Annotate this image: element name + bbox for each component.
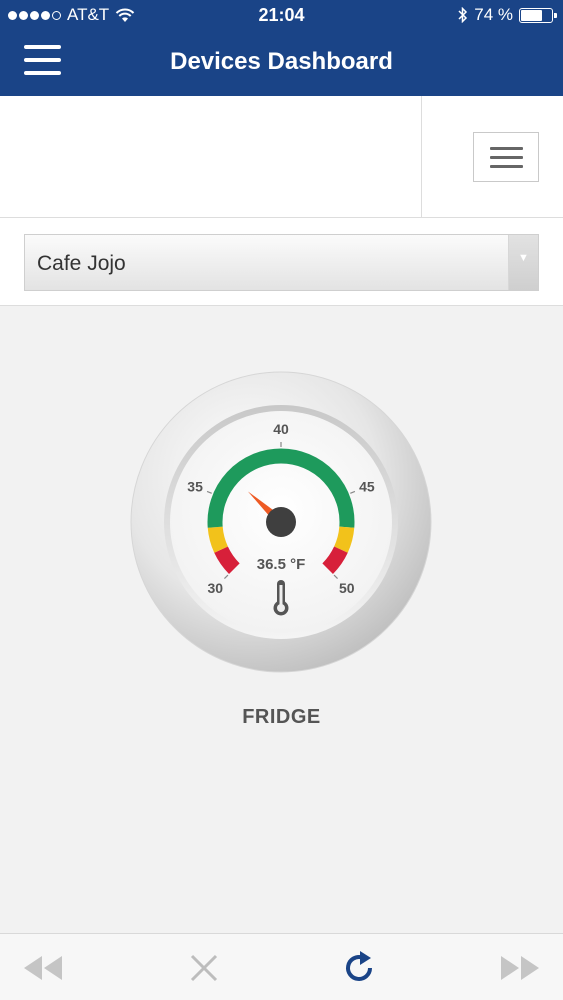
location-select-value: Cafe Jojo: [37, 252, 126, 275]
refresh-icon[interactable]: [338, 948, 382, 988]
chevron-down-icon[interactable]: ▼: [508, 235, 538, 290]
gauge-tick-label-45: 45: [359, 478, 375, 494]
close-icon[interactable]: [182, 948, 226, 988]
bluetooth-icon: [458, 7, 468, 23]
status-bar: AT&T 21:04 74 %: [0, 0, 563, 32]
gauge-tick-label-35: 35: [187, 478, 203, 494]
status-right: 74 %: [458, 5, 557, 25]
gauge-hub: [266, 507, 296, 537]
location-select-panel: Cafe Jojo ▼: [0, 218, 563, 306]
options-menu-button[interactable]: [473, 132, 539, 182]
rewind-icon[interactable]: [22, 948, 66, 988]
page-title: Devices Dashboard: [170, 48, 393, 75]
gauge-tick-label-30: 30: [207, 580, 223, 596]
panel-divider: [421, 96, 422, 218]
gauge-tick-label-40: 40: [273, 421, 289, 437]
temperature-gauge: 30 35 40 45 50 36.5 °F: [126, 370, 436, 675]
bottom-toolbar: [0, 933, 563, 1000]
gauge-reading: 36.5 °F: [257, 556, 306, 573]
location-select[interactable]: Cafe Jojo ▼: [24, 234, 539, 291]
toolbar-panel: [0, 96, 563, 218]
gauge-zone-1: [207, 526, 228, 553]
fast-forward-icon[interactable]: [497, 948, 541, 988]
app-header: AT&T 21:04 74 % Devices Dashboard: [0, 0, 563, 96]
battery-icon: [519, 7, 557, 23]
gauge-zone-3: [334, 526, 355, 553]
device-name: FRIDGE: [242, 706, 321, 728]
gauge-tick-label-50: 50: [339, 580, 355, 596]
battery-percent: 74 %: [474, 5, 513, 24]
